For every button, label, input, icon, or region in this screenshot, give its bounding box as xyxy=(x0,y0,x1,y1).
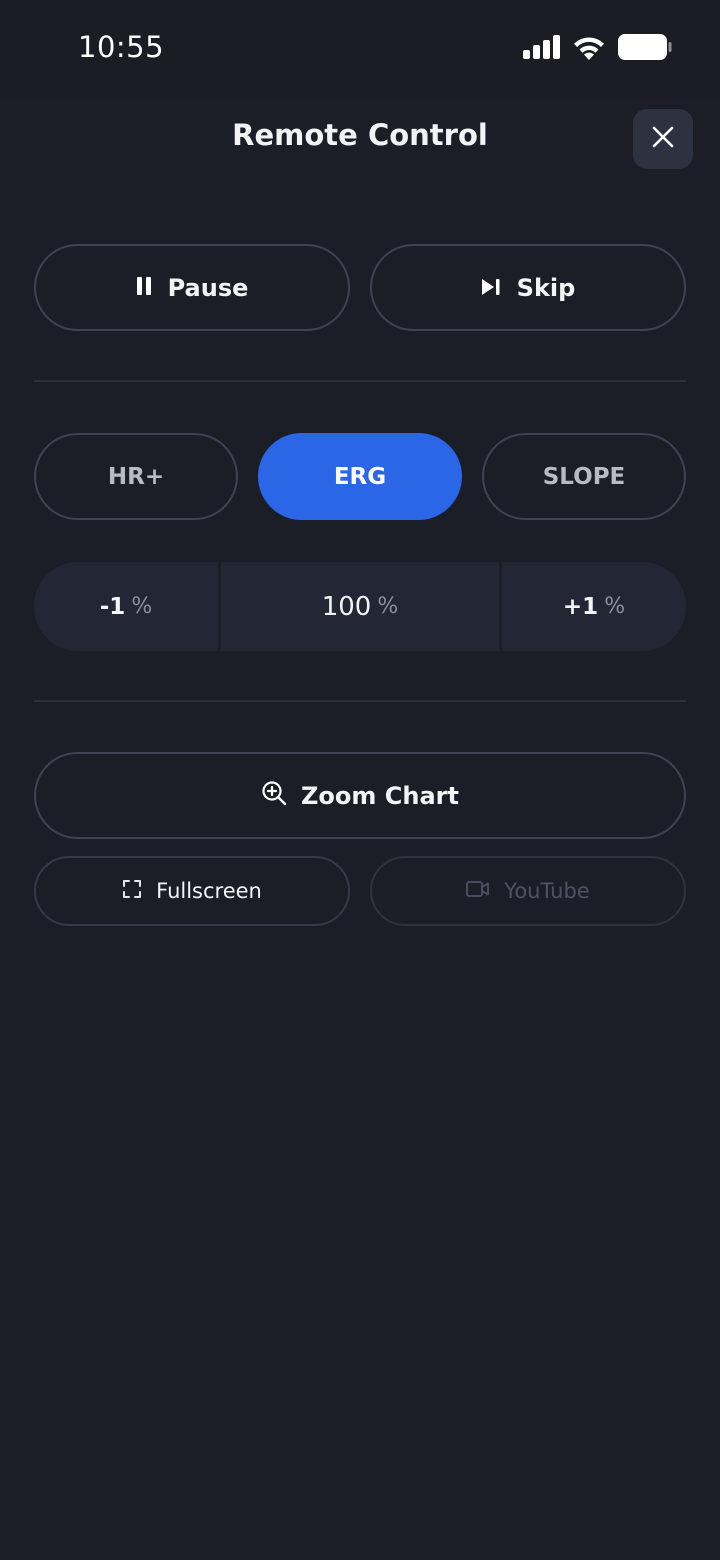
skip-forward-icon xyxy=(481,274,501,302)
close-button[interactable] xyxy=(633,109,693,169)
pause-label: Pause xyxy=(167,273,249,302)
skip-label: Skip xyxy=(516,273,576,302)
intensity-unit: % xyxy=(377,594,399,619)
fullscreen-label: Fullscreen xyxy=(156,879,262,903)
skip-button[interactable]: Skip xyxy=(370,244,686,331)
pause-button[interactable]: Pause xyxy=(34,244,350,331)
close-icon xyxy=(651,125,675,153)
youtube-button[interactable]: YouTube xyxy=(370,856,686,926)
zoom-in-icon xyxy=(261,780,287,812)
intensity-value: 100 xyxy=(321,591,372,622)
wifi-icon xyxy=(572,34,606,64)
signal-icon xyxy=(523,35,560,63)
mode-erg-button[interactable]: ERG xyxy=(258,433,462,520)
status-time: 10:55 xyxy=(78,30,165,64)
mode-slope-button[interactable]: SLOPE xyxy=(482,433,686,520)
status-bar: 10:55 xyxy=(0,0,720,98)
intensity-value-display: 100 % xyxy=(221,562,499,651)
youtube-label: YouTube xyxy=(504,879,590,903)
decrease-value: -1 xyxy=(99,593,126,620)
mode-erg-label: ERG xyxy=(333,463,387,490)
divider xyxy=(34,380,686,382)
video-camera-icon xyxy=(466,879,490,903)
increase-unit: % xyxy=(604,594,626,619)
fullscreen-button[interactable]: Fullscreen xyxy=(34,856,350,926)
mode-slope-label: SLOPE xyxy=(542,463,626,490)
increase-value: +1 xyxy=(562,593,599,620)
battery-icon xyxy=(618,34,672,64)
intensity-stepper: -1 % 100 % +1 % xyxy=(34,562,686,651)
zoom-chart-button[interactable]: Zoom Chart xyxy=(34,752,686,839)
divider xyxy=(34,700,686,702)
page-title: Remote Control xyxy=(232,118,488,152)
increase-intensity-button[interactable]: +1 % xyxy=(502,562,686,651)
decrease-intensity-button[interactable]: -1 % xyxy=(34,562,218,651)
zoom-chart-label: Zoom Chart xyxy=(301,781,459,810)
fullscreen-icon xyxy=(122,879,142,904)
status-icons xyxy=(523,34,672,64)
decrease-unit: % xyxy=(131,594,153,619)
mode-hr-button[interactable]: HR+ xyxy=(34,433,238,520)
pause-icon xyxy=(136,274,152,302)
mode-hr-label: HR+ xyxy=(107,463,165,490)
